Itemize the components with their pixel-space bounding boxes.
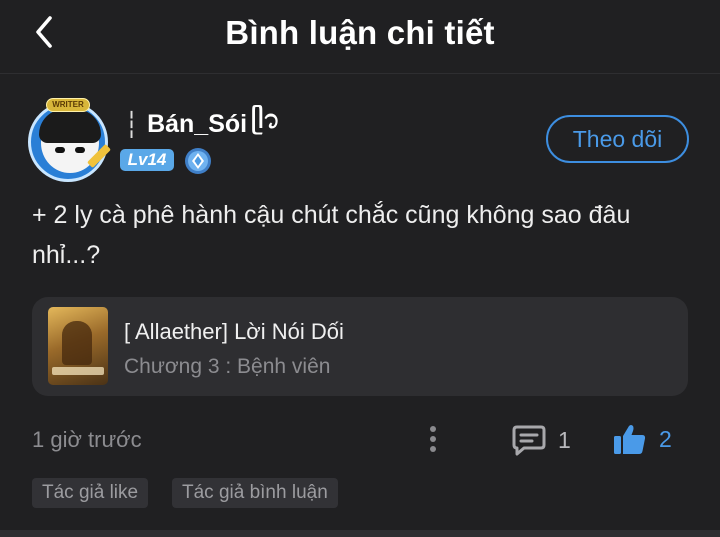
reply-count: 1 (558, 426, 571, 453)
comment-time: 1 giờ trước (32, 427, 142, 452)
bottom-divider (0, 530, 720, 537)
like-button[interactable]: 2 (613, 421, 672, 457)
follow-button[interactable]: Theo dõi (546, 115, 689, 163)
book-cover (48, 307, 108, 385)
level-badge: Lv14 (120, 149, 174, 171)
tag-author-comment: Tác giả bình luận (172, 478, 338, 508)
writer-badge: WRITER (46, 98, 90, 112)
comment-icon (512, 425, 546, 456)
book-chapter: Chương 3 : Bệnh viên (124, 355, 331, 378)
book-title: [ Allaether] Lời Nói Dối (124, 319, 344, 344)
page-title: Bình luận chi tiết (225, 14, 495, 51)
like-count: 2 (659, 425, 672, 452)
top-bar: Bình luận chi tiết (0, 0, 720, 74)
reply-button[interactable]: 1 (512, 422, 571, 458)
thumbs-up-icon (614, 425, 646, 454)
avatar-image (28, 102, 108, 182)
username-suffix: ᥫ᭡ (251, 106, 280, 134)
username[interactable]: ┆ Bán_Sói ᥫ᭡ (124, 102, 280, 147)
username-text: Bán_Sói (147, 110, 248, 138)
comment-text: + 2 ly cà phê hành cậu chút chắc cũng kh… (32, 201, 631, 269)
username-prefix: ┆ (124, 110, 140, 139)
rank-crystal-icon (185, 148, 211, 174)
tag-author-like: Tác giả like (32, 478, 149, 508)
more-options-button[interactable] (420, 424, 446, 454)
book-card[interactable]: [ Allaether] Lời Nói Dối Chương 3 : Bệnh… (32, 297, 688, 396)
avatar[interactable]: WRITER (24, 98, 112, 186)
